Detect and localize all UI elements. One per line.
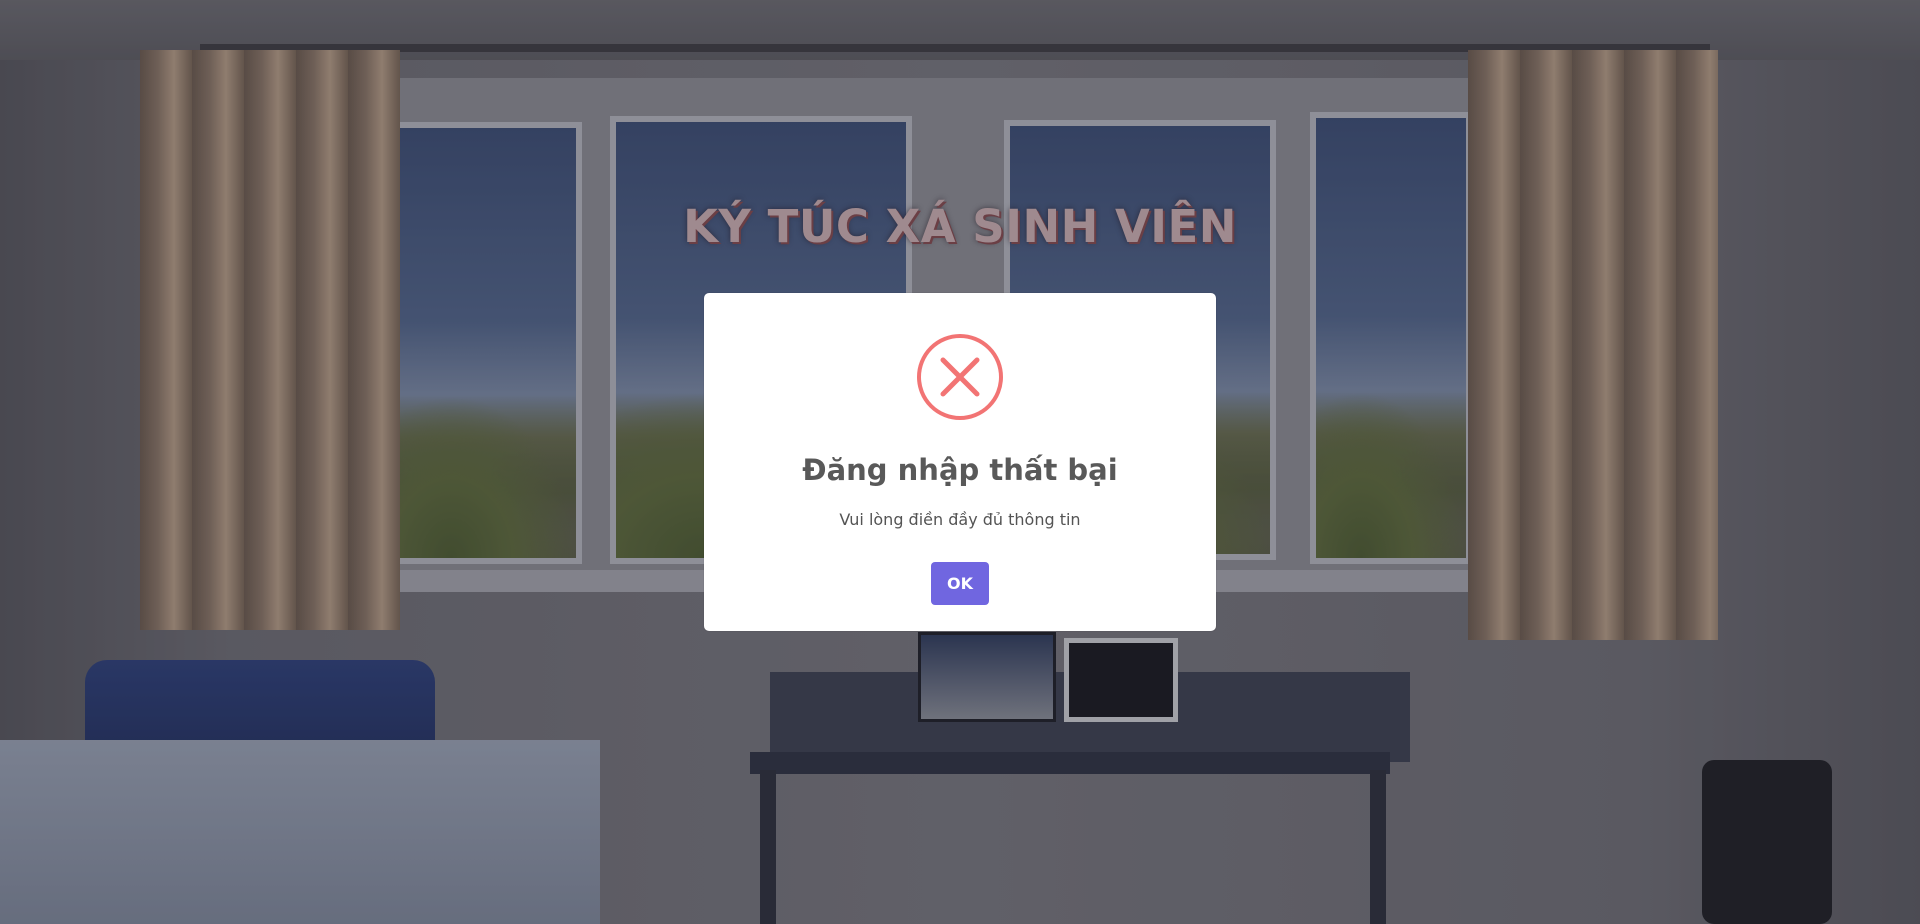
- dialog-title: Đăng nhập thất bại: [802, 453, 1118, 487]
- login-page-background: KÝ TÚC XÁ SINH VIÊN Đăng nhập thất bại V…: [0, 0, 1920, 924]
- login-failed-dialog: Đăng nhập thất bại Vui lòng điền đầy đủ …: [704, 293, 1216, 631]
- page-title: KÝ TÚC XÁ SINH VIÊN: [683, 200, 1237, 253]
- ok-button[interactable]: OK: [931, 562, 989, 605]
- error-x-icon: [917, 334, 1003, 420]
- dialog-message: Vui lòng điền đầy đủ thông tin: [839, 510, 1081, 529]
